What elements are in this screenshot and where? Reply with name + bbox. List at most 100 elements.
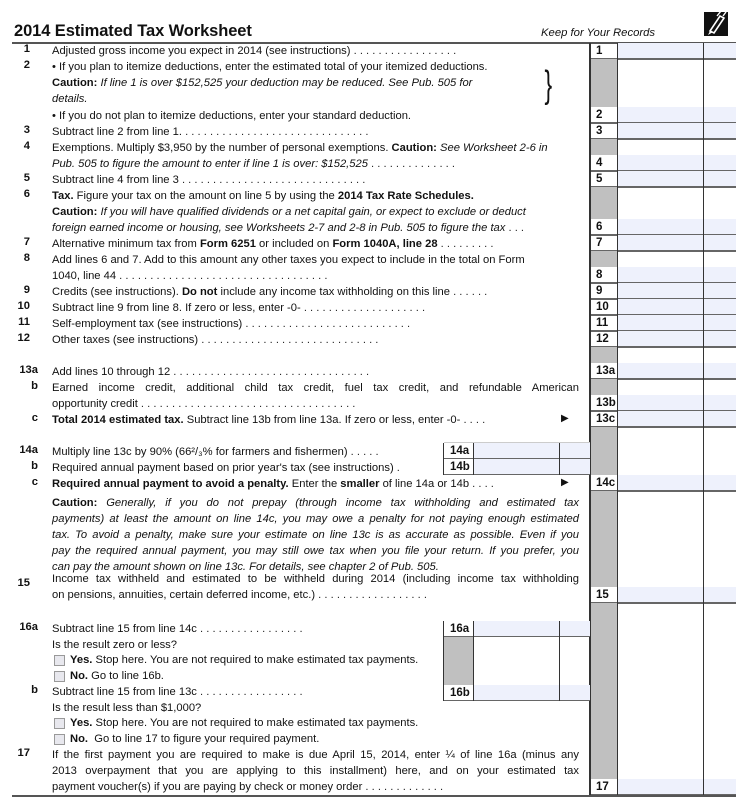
line-9-text: Credits (see instructions). Do not inclu…	[52, 286, 488, 298]
line-16b-no-checkbox[interactable]	[54, 734, 65, 745]
amount-field-l14c[interactable]	[618, 475, 704, 491]
amount-field-l4[interactable]	[618, 155, 704, 171]
cents-field-l12[interactable]	[704, 331, 736, 347]
line-number: 1	[23, 43, 30, 55]
amount-field-l6[interactable]	[618, 219, 704, 235]
line-17-text-cont: 2013 overpayment that you are applying t…	[52, 765, 579, 777]
line-number: b	[31, 684, 38, 696]
cents-field-l14c[interactable]	[704, 475, 736, 491]
column-divider	[703, 43, 704, 795]
line-14-caution: Caution: Generally, if you do not prepay…	[52, 497, 579, 509]
cents-field-l15[interactable]	[704, 587, 736, 603]
column-divider	[617, 43, 618, 795]
line-number: b	[31, 460, 38, 472]
line-14-caution-cont: tax. To avoid a penalty, make sure your …	[52, 529, 579, 541]
amount-field-l9[interactable]	[618, 283, 704, 299]
amount-field-l11[interactable]	[618, 315, 704, 331]
row-divider	[444, 700, 590, 701]
line-number: 2	[23, 59, 30, 71]
amount-field-l13a[interactable]	[618, 363, 704, 379]
cents-field-l1[interactable]	[704, 43, 736, 59]
line-number: 10	[17, 300, 30, 312]
line-box-label: 17	[596, 781, 609, 793]
amount-field-l13c[interactable]	[618, 411, 704, 427]
cents-field-l2[interactable]	[704, 107, 736, 123]
cents-field-l8[interactable]	[704, 267, 736, 283]
cents-field-l9[interactable]	[704, 283, 736, 299]
amount-field-l5[interactable]	[618, 171, 704, 187]
cents-field-l13c[interactable]	[704, 411, 736, 427]
amount-field-l12[interactable]	[618, 331, 704, 347]
column-divider	[473, 443, 474, 475]
amount-field-l2[interactable]	[618, 107, 704, 123]
line-number: b	[31, 380, 38, 392]
line-number: 11	[18, 316, 30, 328]
line-16b-yes-checkbox[interactable]	[54, 718, 65, 729]
cents-field-l5[interactable]	[704, 171, 736, 187]
brace-symbol: }	[544, 64, 553, 106]
line-number: 12	[17, 332, 30, 344]
cents-field-l16b[interactable]	[560, 685, 590, 701]
amount-field-l15[interactable]	[618, 587, 704, 603]
amount-field-l1[interactable]	[618, 43, 704, 59]
cents-field-l13b[interactable]	[704, 395, 736, 411]
amount-field-l14b[interactable]	[474, 459, 560, 475]
line-16b-question: Is the result less than $1,000?	[52, 702, 202, 714]
row-divider	[444, 442, 590, 443]
shaded-cell	[590, 491, 618, 587]
amount-field-l3[interactable]	[618, 123, 704, 139]
amount-field-l13b[interactable]	[618, 395, 704, 411]
cents-field-l6[interactable]	[704, 219, 736, 235]
amount-field-l14a[interactable]	[474, 443, 560, 459]
line-16b-yes-label: Yes. Stop here. You are not required to …	[70, 717, 419, 729]
amount-field-l8[interactable]	[618, 267, 704, 283]
line-16a-yes-checkbox[interactable]	[54, 655, 65, 666]
page-title: 2014 Estimated Tax Worksheet	[14, 22, 252, 40]
line-2-caution-cont: details.	[52, 93, 88, 105]
line-2-caution: Caution: If line 1 is over $152,525 your…	[52, 77, 473, 89]
line-box-label: 7	[596, 237, 603, 249]
line-box-label: 15	[596, 589, 609, 601]
cents-field-l13a[interactable]	[704, 363, 736, 379]
line-2-bullet-itemize: • If you plan to itemize deductions, ent…	[52, 61, 488, 73]
cents-field-l17[interactable]	[704, 779, 736, 795]
shaded-cell	[590, 139, 618, 155]
cents-field-l10[interactable]	[704, 299, 736, 315]
cents-field-l11[interactable]	[704, 315, 736, 331]
line-6-text: Tax. Figure your tax on the amount on li…	[52, 190, 474, 202]
line-box-label: 13b	[596, 397, 616, 409]
line-16a-no-checkbox[interactable]	[54, 671, 65, 682]
line-box-label: 14a	[444, 443, 474, 459]
line-14-caution-cont: payments) at least the amount on line 14…	[52, 513, 579, 525]
amount-field-l10[interactable]	[618, 299, 704, 315]
line-number: 5	[23, 172, 30, 184]
column-divider	[559, 621, 560, 701]
cents-field-l16a[interactable]	[560, 621, 590, 637]
cents-field-l7[interactable]	[704, 235, 736, 251]
amount-field-l7[interactable]	[618, 235, 704, 251]
line-4-text: Exemptions. Multiply $3,950 by the numbe…	[52, 142, 548, 154]
line-7-text: Alternative minimum tax from Form 6251 o…	[52, 238, 494, 250]
bottom-rule	[12, 795, 736, 797]
line-12-text: Other taxes (see instructions) . . . . .…	[52, 334, 379, 346]
line-box-label: 3	[596, 125, 603, 137]
line-13b-text: Earned income credit, additional child t…	[52, 382, 579, 394]
line-number: c	[31, 412, 38, 424]
line-number: 3	[23, 124, 30, 136]
line-10-text: Subtract line 9 from line 8. If zero or …	[52, 302, 426, 314]
cents-field-l14b[interactable]	[560, 459, 590, 475]
line-14b-text: Required annual payment based on prior y…	[52, 462, 400, 474]
amount-field-l16a[interactable]	[474, 621, 560, 637]
line-3-text: Subtract line 2 from line 1. . . . . . .…	[52, 126, 369, 138]
line-14-caution-cont: pay the required annual payment, you may…	[52, 545, 579, 557]
cents-field-l14a[interactable]	[560, 443, 590, 459]
line-16b-text: Subtract line 15 from line 13c . . . . .…	[52, 686, 303, 698]
amount-field-l17[interactable]	[618, 779, 704, 795]
line-number: 13a	[19, 364, 38, 376]
line-box-label: 1	[596, 45, 603, 57]
cents-field-l4[interactable]	[704, 155, 736, 171]
column-divider	[589, 43, 591, 795]
line-16a-question: Is the result zero or less?	[52, 639, 177, 651]
amount-field-l16b[interactable]	[474, 685, 560, 701]
cents-field-l3[interactable]	[704, 123, 736, 139]
